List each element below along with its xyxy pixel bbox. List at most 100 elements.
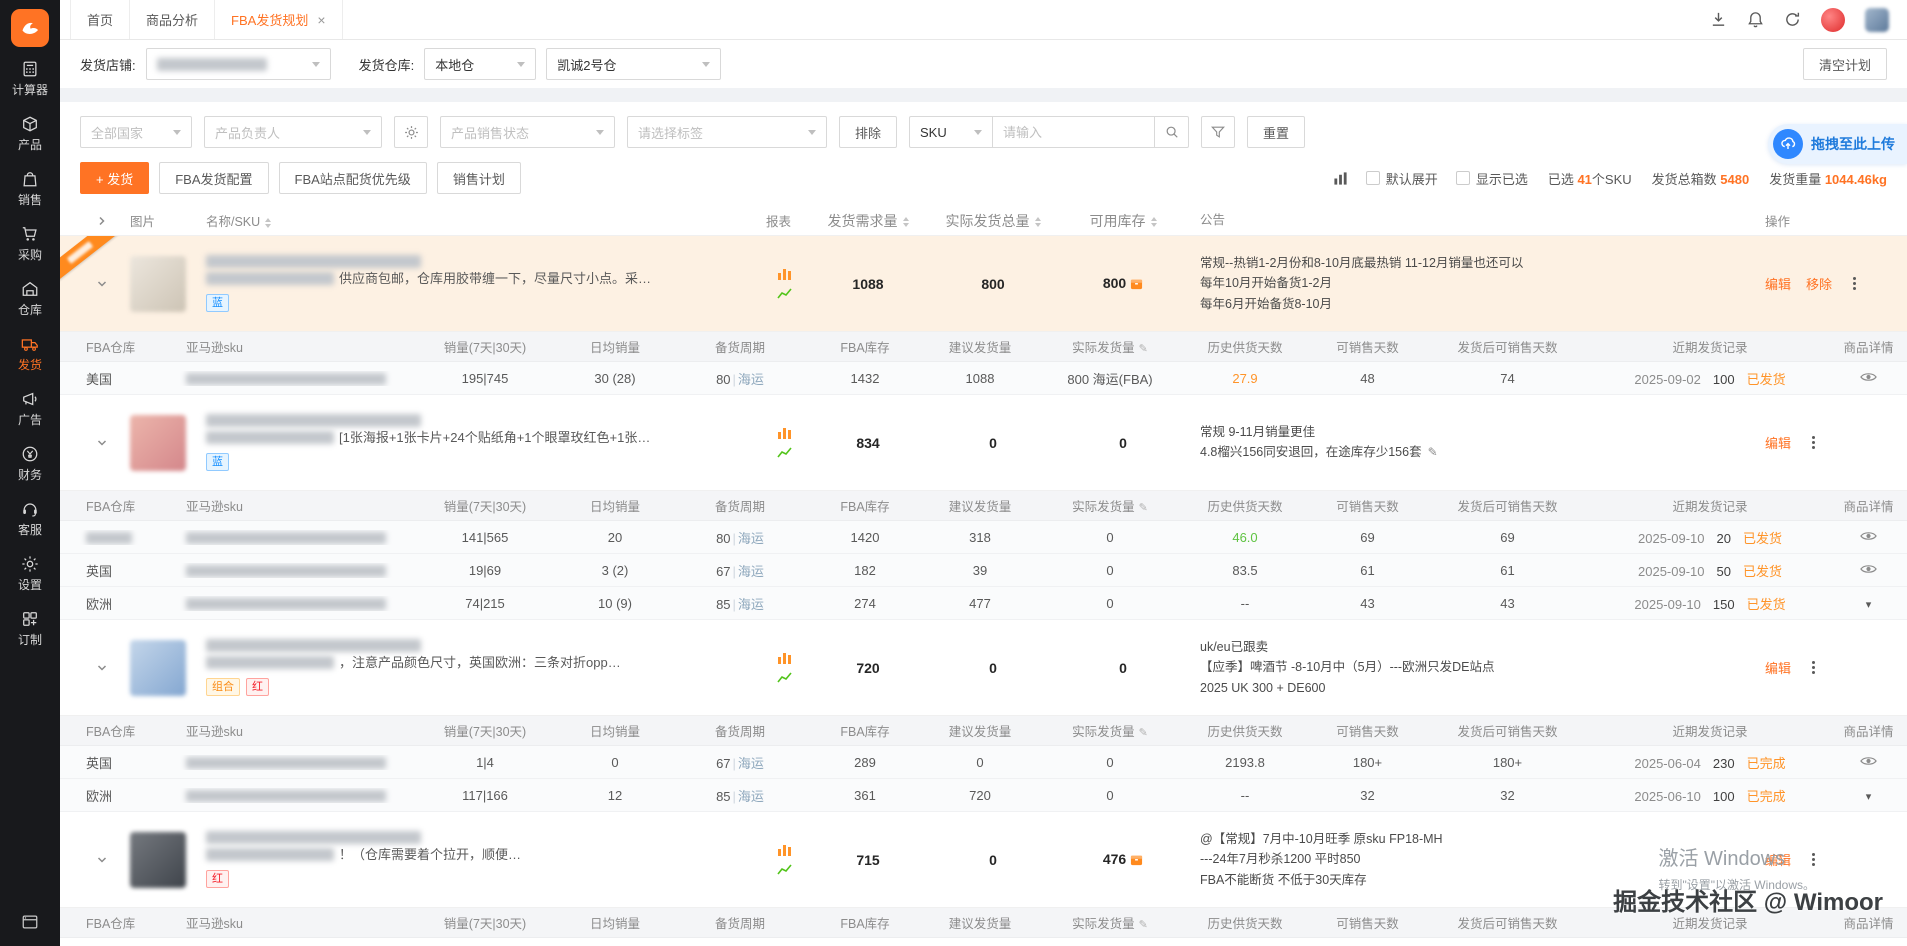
bar-chart-icon[interactable] [777,267,792,280]
app-logo-icon[interactable] [11,9,49,47]
sub-col-header: 历史供货天数 [1207,725,1283,739]
layout-panel-icon[interactable] [21,913,39,934]
ship-button[interactable]: + 发货 [80,162,150,194]
country-filter[interactable]: 全部国家 [80,116,192,148]
view-detail-icon[interactable] [1860,755,1877,767]
product-image[interactable] [130,255,186,312]
default-expand-checkbox[interactable]: 默认展开 [1365,169,1438,188]
sidebar-item-purchase[interactable]: 采购 [0,216,60,271]
upload-dropzone[interactable]: 拖拽至此上传 [1768,124,1907,164]
edit-link[interactable]: 编辑 [1765,658,1791,677]
view-detail-icon[interactable] [1860,563,1877,575]
expand-all-icon[interactable] [96,215,108,227]
sidebar-item-shipping[interactable]: 发货 [0,326,60,381]
sort-icon[interactable] [1150,216,1157,227]
edit-column-icon[interactable]: ✎ [1139,502,1148,514]
sort-icon[interactable] [902,216,909,227]
more-actions-icon[interactable] [1806,435,1820,450]
fba-config-button[interactable]: FBA发货配置 [159,162,269,194]
edit-link[interactable]: 编辑 [1765,274,1791,293]
collapse-row-icon[interactable] [96,662,108,674]
owner-filter[interactable]: 产品负责人 [204,116,382,148]
detail-cell [1830,563,1907,578]
line-chart-icon[interactable] [776,863,792,876]
product-image[interactable] [130,639,186,696]
sidebar-item-warehouse[interactable]: 仓库 [0,271,60,326]
collapse-row-icon[interactable] [96,437,108,449]
collapse-row-icon[interactable] [96,278,108,290]
tag-filter[interactable]: 请选择标签 [627,116,827,148]
amazon-sku-blurred [186,532,386,545]
sort-icon[interactable] [1034,216,1041,227]
store-select[interactable] [145,48,331,80]
more-actions-icon[interactable] [1806,660,1820,675]
search-type-select[interactable]: SKU [909,116,994,148]
tab-2[interactable]: FBA发货规划 × [214,0,343,39]
sidebar-item-service[interactable]: 客服 [0,491,60,546]
sales-7-30: 117|166 [462,787,508,803]
product-title-blurred [206,431,334,444]
edit-column-icon[interactable]: ✎ [1139,727,1148,739]
show-selected-checkbox[interactable]: 显示已选 [1455,169,1528,188]
checkbox-icon [1455,171,1470,185]
warehouse-type-select[interactable]: 本地仓 [424,48,537,80]
bar-chart-icon[interactable] [777,651,792,664]
product-image[interactable] [130,414,186,471]
edit-column-icon[interactable]: ✎ [1139,343,1148,355]
sub-col-header: 建议发货量 [948,917,1012,931]
secondary-avatar[interactable] [1865,7,1889,32]
fba-priority-button[interactable]: FBA站点配货优先级 [278,162,427,194]
total-boxes-stat: 发货总箱数 5480 [1651,171,1750,187]
sales-plan-button[interactable]: 销售计划 [436,162,521,194]
refresh-icon[interactable] [1784,11,1801,28]
sidebar-item-product[interactable]: 产品 [0,106,60,161]
more-actions-icon[interactable] [1806,852,1820,867]
sidebar-item-sales[interactable]: 销售 [0,161,60,216]
sub-col-header: 历史供货天数 [1207,341,1283,355]
edit-announcement-icon[interactable]: ✎ [1428,445,1438,459]
sidebar-item-settings[interactable]: 设置 [0,546,60,601]
expand-detail-icon[interactable]: ▾ [1866,599,1872,611]
download-icon[interactable] [1710,11,1727,28]
gear-icon[interactable] [394,116,428,148]
remove-link[interactable]: 移除 [1806,274,1832,293]
user-avatar[interactable] [1821,7,1845,32]
bar-chart-icon[interactable] [777,843,792,856]
view-detail-icon[interactable] [1860,530,1877,542]
clear-plan-button[interactable]: 清空计划 [1802,48,1887,80]
edit-link[interactable]: 编辑 [1765,433,1791,452]
tab-0[interactable]: 首页 [70,0,130,39]
more-actions-icon[interactable] [1847,276,1861,291]
sale-status-filter[interactable]: 产品销售状态 [440,116,615,148]
sub-col-header: 建议发货量 [948,725,1012,739]
close-tab-icon[interactable]: × [317,13,325,27]
sidebar-item-calculator[interactable]: 计算器 [0,51,60,106]
collapse-row-icon[interactable] [96,854,108,866]
search-input[interactable] [993,116,1156,148]
exclude-button[interactable]: 排除 [839,116,898,148]
line-chart-icon[interactable] [776,446,792,459]
search-icon[interactable] [1155,116,1190,148]
bell-icon[interactable] [1747,11,1764,28]
expand-detail-icon[interactable]: ▾ [1866,791,1872,803]
edit-link[interactable]: 编辑 [1765,850,1791,869]
line-chart-icon[interactable] [776,287,792,300]
tab-1[interactable]: 商品分析 [129,0,215,39]
product-image[interactable] [130,831,186,888]
sku-row: 英国 1|4 0 67 | 海运 289 0 0 2193.8 180+ 180+ 2025-06-04… [60,746,1907,779]
sidebar-item-custom[interactable]: 订制 [0,601,60,656]
sidebar-item-label: 财务 [17,468,42,482]
sidebar-item-ads[interactable]: 广告 [0,381,60,436]
sort-icon[interactable] [265,217,272,228]
filter-funnel-icon[interactable] [1201,116,1236,148]
warehouse-name-select[interactable]: 凯诚2号仓 [546,48,722,80]
sidebar-item-finance[interactable]: 财务 [0,436,60,491]
view-detail-icon[interactable] [1860,371,1877,383]
line-chart-icon[interactable] [776,671,792,684]
announcement-line: 常规--热销1-2月份和8-10月底最热销 11-12月销量也还可以 [1200,255,1524,270]
bar-chart-icon[interactable] [777,426,792,439]
amazon-sku-blurred [186,757,386,770]
edit-column-icon[interactable]: ✎ [1139,919,1148,931]
column-chart-icon[interactable] [1333,171,1348,186]
reset-button[interactable]: 重置 [1247,116,1306,148]
